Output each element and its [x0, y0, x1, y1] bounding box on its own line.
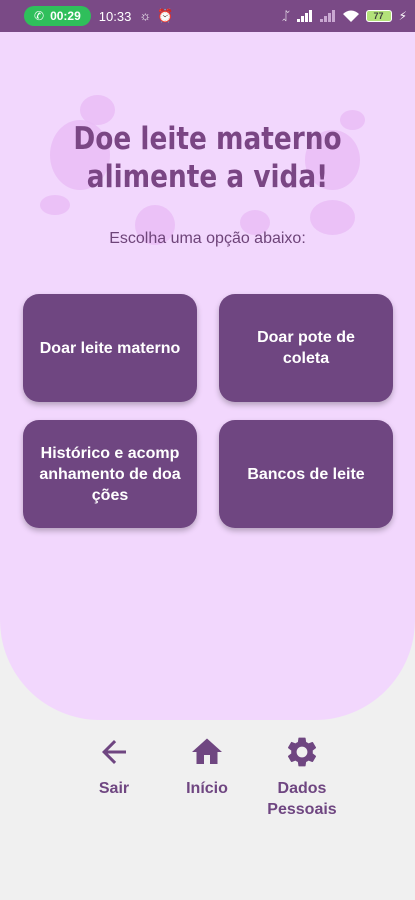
milk-banks-label: Bancos de leite: [247, 465, 365, 483]
donate-milk-button[interactable]: Doar leite materno: [23, 294, 197, 402]
status-bar: ✆ 00:29 10:33 ☼ ⏰ ᛢ 77 ⚡: [0, 0, 415, 32]
ongoing-call-pill[interactable]: ✆ 00:29: [24, 6, 91, 26]
hero-title-line2: alimente a vida!: [86, 159, 329, 195]
brightness-icon: ☼: [139, 8, 152, 23]
donation-history-label: Histórico e acompanhamento de doações: [39, 444, 181, 504]
splash-decoration: [40, 195, 70, 215]
hero-banner: Doe leite materno alimente a vida!: [40, 90, 375, 250]
donation-history-button[interactable]: Histórico e acompanhamento de doações: [23, 420, 197, 528]
arrow-back-icon: [102, 740, 126, 764]
milk-banks-button[interactable]: Bancos de leite: [219, 420, 393, 528]
call-timer: 00:29: [50, 9, 81, 23]
phone-icon: ✆: [34, 9, 45, 23]
clock: 10:33: [98, 8, 132, 24]
signal-icon: [319, 10, 335, 22]
nav-label-dados-pessoais: Dados Pessoais: [267, 780, 337, 818]
wifi-icon: [342, 10, 359, 22]
battery-icon: 77: [365, 10, 392, 22]
signal-icon: [296, 10, 312, 22]
hero-title-line1: Doe leite materno: [73, 121, 342, 157]
alarm-icon: ⏰: [157, 8, 174, 23]
hero-title: Doe leite materno alimente a vida!: [65, 120, 350, 196]
home-icon: [192, 738, 222, 764]
nav-item-dados-pessoais[interactable]: Dados Pessoais: [250, 728, 354, 820]
gear-icon: [287, 737, 317, 767]
battery-level: 77: [373, 11, 384, 21]
donate-milk-label: Doar leite materno: [39, 339, 181, 357]
nav-item-sair[interactable]: Sair: [64, 728, 164, 799]
instruction-text: Escolha uma opção abaixo:: [109, 230, 306, 247]
bluetooth-icon: ᛢ: [282, 9, 290, 23]
charging-icon: ⚡: [398, 9, 407, 23]
nav-label-sair: Sair: [98, 780, 130, 797]
donate-collection-jar-label: Doar pote de coleta: [257, 329, 355, 367]
donate-collection-jar-button[interactable]: Doar pote de coleta: [219, 294, 393, 402]
main-panel: Doe leite materno alimente a vida! Escol…: [0, 32, 415, 720]
nav-label-inicio: Início: [186, 780, 228, 797]
nav-item-inicio[interactable]: Início: [157, 728, 257, 799]
